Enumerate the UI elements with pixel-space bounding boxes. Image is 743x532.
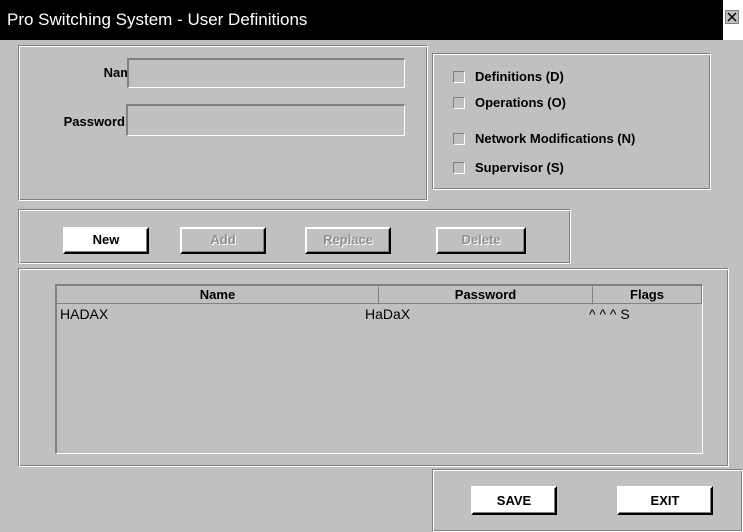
name-field[interactable]: [127, 58, 405, 88]
add-button[interactable]: Add: [180, 227, 266, 254]
operations-checkbox[interactable]: [453, 97, 465, 109]
title-bar: Pro Switching System - User Definitions: [0, 0, 743, 40]
supervisor-checkbox[interactable]: [453, 162, 465, 174]
column-header-password[interactable]: Password: [379, 286, 593, 304]
exit-button[interactable]: EXIT: [617, 486, 713, 515]
password-field[interactable]: [126, 104, 405, 136]
row-password: HaDaX: [365, 306, 411, 322]
network-modifications-label: Network Modifications (N): [475, 131, 636, 146]
add-button-label: Add: [210, 232, 236, 247]
save-button[interactable]: SAVE: [471, 486, 557, 515]
delete-button-label: Delete: [461, 232, 501, 247]
window-title: Pro Switching System - User Definitions: [7, 10, 308, 29]
column-header-flags[interactable]: Flags: [593, 286, 702, 304]
close-x-icon: [727, 12, 737, 22]
row-name: HADAX: [60, 306, 109, 322]
row-flags: ^ ^ ^ S: [589, 306, 630, 322]
replace-button[interactable]: Replace: [305, 227, 391, 254]
actions-panel: New Add Replace Delete: [18, 209, 571, 264]
credentials-panel: Name Password: [18, 45, 428, 201]
user-list[interactable]: Name Password Flags HADAX HaDaX ^ ^ ^ S: [55, 284, 703, 454]
table-row[interactable]: HADAX HaDaX ^ ^ ^ S: [57, 306, 702, 324]
footer-panel: SAVE EXIT: [432, 469, 743, 532]
replace-button-label: Replace: [323, 232, 373, 247]
new-button[interactable]: New: [63, 227, 149, 254]
password-label: Password: [63, 114, 125, 129]
password-input[interactable]: [128, 106, 404, 135]
permissions-panel: Definitions (D) Operations (O) Network M…: [432, 53, 711, 190]
operations-label: Operations (O): [475, 95, 567, 110]
close-button[interactable]: [725, 10, 739, 24]
network-modifications-checkbox[interactable]: [453, 133, 465, 145]
supervisor-label: Supervisor (S): [475, 160, 564, 175]
name-input[interactable]: [129, 60, 404, 87]
definitions-checkbox[interactable]: [453, 71, 465, 83]
column-header-name[interactable]: Name: [57, 286, 379, 304]
delete-button[interactable]: Delete: [436, 227, 526, 254]
definitions-label: Definitions (D): [475, 69, 564, 84]
